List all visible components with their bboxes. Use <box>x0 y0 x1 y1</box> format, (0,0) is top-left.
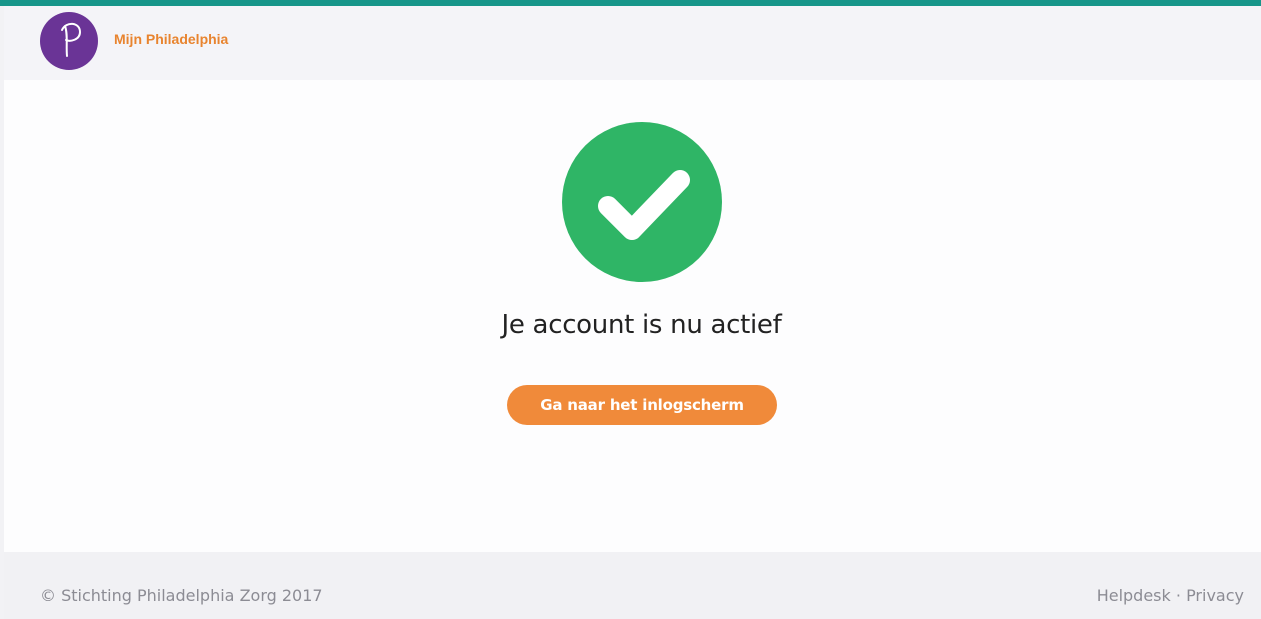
main-content: Je account is nu actief Ga naar het inlo… <box>4 80 1261 552</box>
status-message: Je account is nu actief <box>501 310 782 340</box>
header: Mijn Philadelphia <box>4 6 1261 80</box>
privacy-link[interactable]: Privacy <box>1186 586 1244 605</box>
footer: © Stichting Philadelphia Zorg 2017 Helpd… <box>4 552 1261 619</box>
checkmark-icon <box>562 122 722 282</box>
brand-name[interactable]: Mijn Philadelphia <box>114 31 228 47</box>
philadelphia-logo-icon[interactable] <box>40 12 98 70</box>
go-to-login-button[interactable]: Ga naar het inlogscherm <box>507 385 777 425</box>
helpdesk-link[interactable]: Helpdesk <box>1097 586 1171 605</box>
footer-links: Helpdesk · Privacy <box>1097 586 1244 605</box>
copyright-text: © Stichting Philadelphia Zorg 2017 <box>40 586 323 605</box>
footer-link-separator: · <box>1175 586 1181 605</box>
